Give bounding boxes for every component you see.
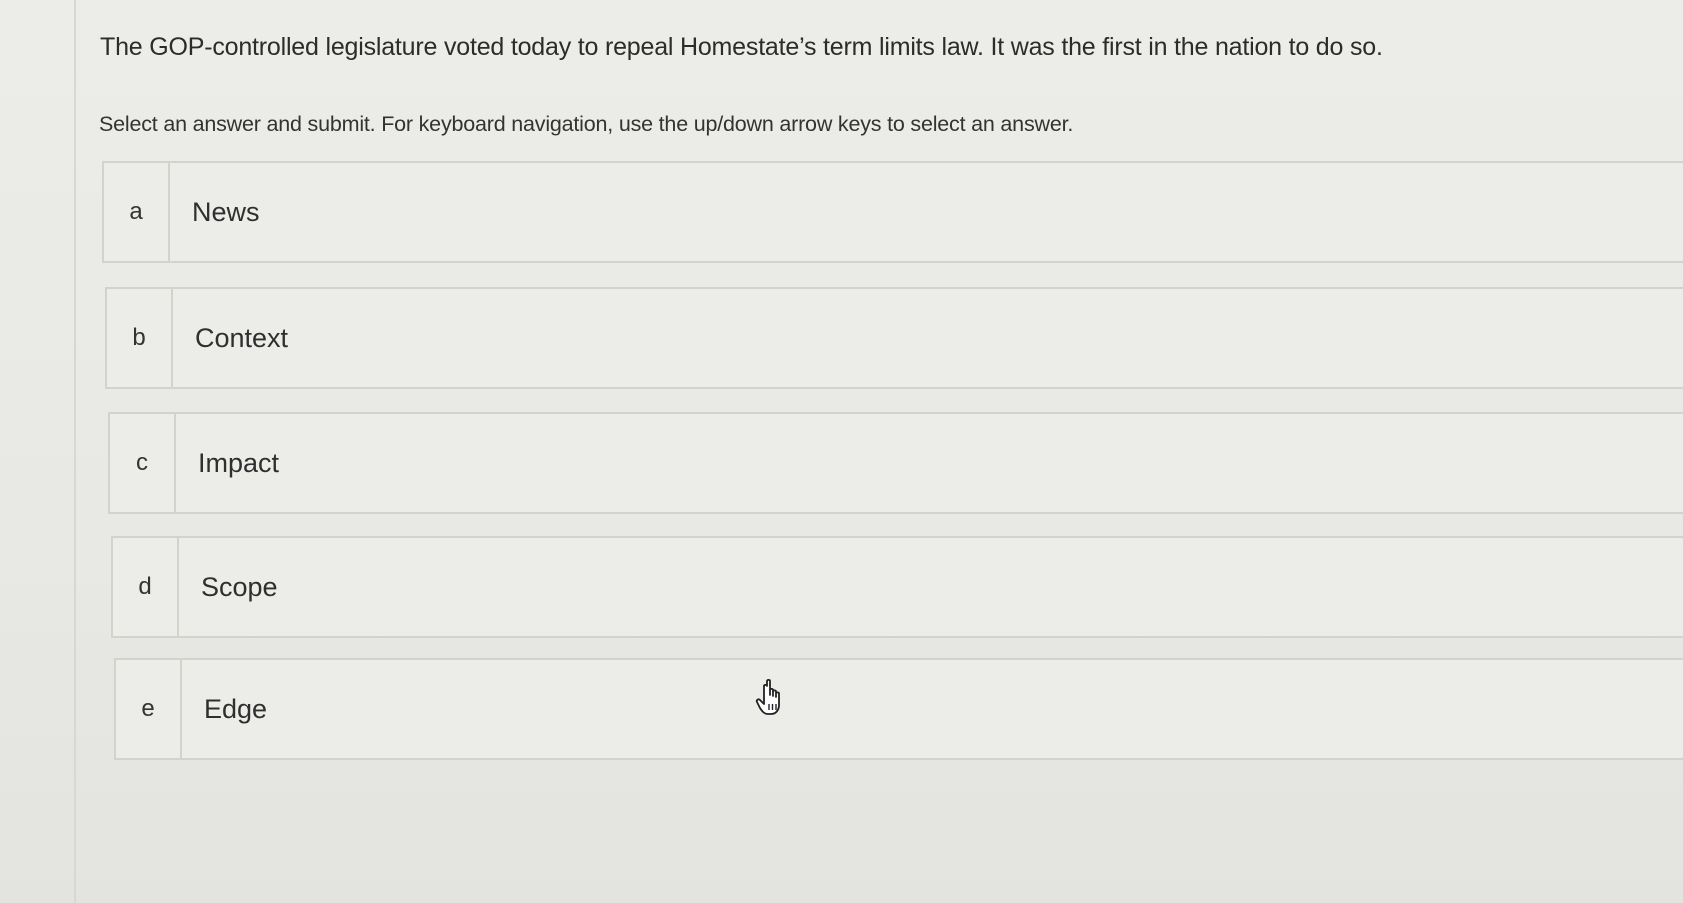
answer-option-a[interactable]: a News [102,161,1683,263]
page: The GOP-controlled legislature voted tod… [0,0,1683,903]
option-letter: c [110,414,176,512]
option-label: Edge [204,693,268,724]
option-label: Context [195,322,289,353]
option-label: Scope [201,571,278,602]
option-letter: e [116,660,182,758]
option-letter: d [113,538,179,636]
option-letter: b [107,289,173,387]
option-label: Impact [198,447,280,478]
hand-pointer-icon [755,678,780,715]
answer-option-c[interactable]: c Impact [108,412,1683,514]
answer-option-e[interactable]: e Edge [114,658,1683,760]
answer-option-d[interactable]: d Scope [111,536,1683,638]
option-letter: a [104,163,170,261]
answer-options: a News b Context c Impact d Scope e Edge [0,0,1683,903]
answer-option-b[interactable]: b Context [105,287,1683,389]
option-label: News [192,196,260,227]
